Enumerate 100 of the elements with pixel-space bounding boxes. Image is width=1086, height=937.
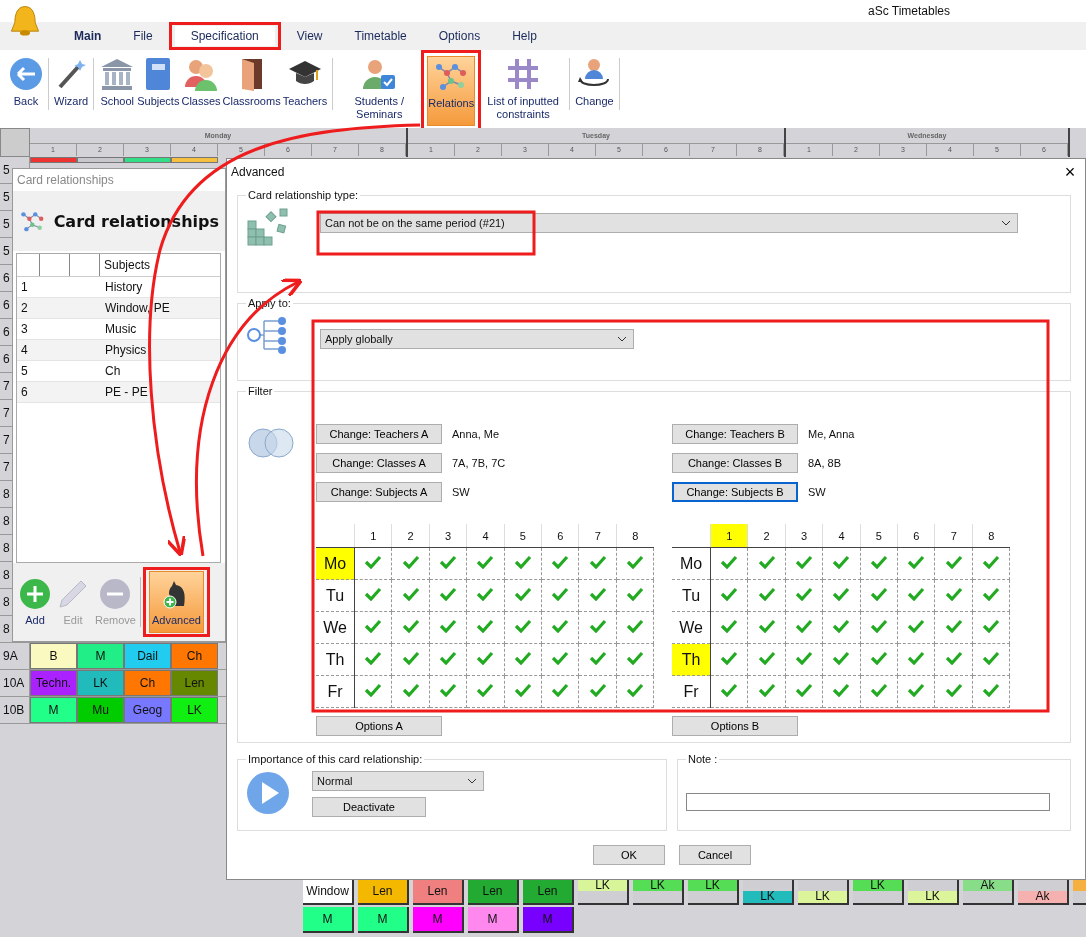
grid-cell[interactable] xyxy=(504,579,542,612)
grid-cell[interactable] xyxy=(935,579,973,612)
grid-cell[interactable] xyxy=(391,643,430,676)
grid-cell[interactable] xyxy=(897,643,935,676)
relationship-type-dropdown[interactable]: Can not be on the same period (#21) xyxy=(320,213,1018,233)
day-header[interactable]: Fr xyxy=(672,675,711,708)
lesson-card[interactable]: Len xyxy=(468,879,519,905)
lesson-card[interactable]: Dail xyxy=(124,643,171,669)
grid-cell[interactable] xyxy=(354,547,392,580)
period-header[interactable]: 3 xyxy=(429,524,467,548)
dialog-button[interactable]: Cancel xyxy=(679,845,751,865)
period-header[interactable]: 8 xyxy=(616,524,654,548)
toolbar-button[interactable]: Advanced xyxy=(148,571,204,633)
grid-cell[interactable] xyxy=(429,547,467,580)
grid-cell[interactable] xyxy=(391,611,430,644)
ribbon-button[interactable]: Teachers xyxy=(281,54,329,124)
grid-cell[interactable] xyxy=(747,675,786,708)
grid-cell[interactable] xyxy=(822,643,861,676)
table-row[interactable]: 2 Window, PE xyxy=(17,298,220,319)
day-header[interactable]: We xyxy=(316,611,355,644)
grid-cell[interactable] xyxy=(935,675,973,708)
ribbon-button[interactable]: Change xyxy=(574,54,615,124)
lesson-card[interactable]: M xyxy=(468,907,519,933)
grid-cell[interactable] xyxy=(466,675,505,708)
grid-cell[interactable] xyxy=(747,579,786,612)
lesson-card[interactable]: Mu xyxy=(77,697,124,723)
grid-cell[interactable] xyxy=(897,611,935,644)
grid-cell[interactable] xyxy=(935,611,973,644)
grid-cell[interactable] xyxy=(972,675,1010,708)
grid-cell[interactable] xyxy=(354,579,392,612)
period-header[interactable]: 5 xyxy=(860,524,898,548)
lesson-card[interactable]: LK xyxy=(633,879,684,905)
grid-cell[interactable] xyxy=(822,547,861,580)
grid-cell[interactable] xyxy=(354,643,392,676)
period-header[interactable]: 6 xyxy=(541,524,579,548)
change-filter-button[interactable]: Change: Subjects B xyxy=(672,481,798,502)
lesson-card[interactable]: LK xyxy=(853,879,904,905)
grid-cell[interactable] xyxy=(972,643,1010,676)
lesson-card[interactable]: Ch xyxy=(124,670,171,696)
grid-cell[interactable] xyxy=(391,579,430,612)
ribbon-button[interactable]: Wizard xyxy=(53,54,90,124)
change-filter-button[interactable]: Change: Classes B xyxy=(672,452,798,473)
grid-cell[interactable] xyxy=(429,675,467,708)
grid-cell[interactable] xyxy=(710,675,748,708)
grid-cell[interactable] xyxy=(860,675,898,708)
table-row[interactable]: 4 Physics xyxy=(17,340,220,361)
period-header[interactable]: 7 xyxy=(935,524,973,548)
grid-cell[interactable] xyxy=(579,643,617,676)
change-filter-button[interactable]: Change: Teachers B xyxy=(672,423,798,444)
day-header[interactable]: Tu xyxy=(316,579,355,612)
grid-cell[interactable] xyxy=(860,579,898,612)
grid-cell[interactable] xyxy=(935,643,973,676)
grid-cell[interactable] xyxy=(541,579,579,612)
grid-cell[interactable] xyxy=(747,611,786,644)
period-header[interactable]: 4 xyxy=(822,524,861,548)
grid-cell[interactable] xyxy=(391,675,430,708)
options-button[interactable]: Options B xyxy=(672,716,798,736)
lesson-card[interactable]: Window xyxy=(303,879,354,905)
grid-cell[interactable] xyxy=(897,579,935,612)
day-header[interactable]: Th xyxy=(672,643,711,676)
menu-tab[interactable]: Main xyxy=(58,22,118,50)
day-header[interactable]: Mo xyxy=(672,547,711,580)
grid-cell[interactable] xyxy=(860,611,898,644)
grid-cell[interactable] xyxy=(504,675,542,708)
lesson-card[interactable]: M xyxy=(413,907,464,933)
grid-cell[interactable] xyxy=(710,547,748,580)
period-header[interactable]: 7 xyxy=(579,524,617,548)
grid-cell[interactable] xyxy=(935,547,973,580)
apply-to-dropdown[interactable]: Apply globally xyxy=(320,329,634,349)
grid-cell[interactable] xyxy=(504,547,542,580)
grid-cell[interactable] xyxy=(785,547,823,580)
lesson-card[interactable]: Len xyxy=(413,879,464,905)
grid-cell[interactable] xyxy=(504,643,542,676)
grid-cell[interactable] xyxy=(466,579,505,612)
grid-cell[interactable] xyxy=(579,611,617,644)
day-header[interactable]: Tu xyxy=(672,579,711,612)
grid-cell[interactable] xyxy=(860,643,898,676)
lesson-card[interactable]: B xyxy=(30,643,77,669)
note-input-field[interactable] xyxy=(686,793,1050,811)
menu-tab[interactable]: Timetable xyxy=(338,22,423,50)
grid-cell[interactable] xyxy=(972,579,1010,612)
grid-cell[interactable] xyxy=(429,579,467,612)
period-header[interactable]: 1 xyxy=(710,524,748,548)
ribbon-button[interactable]: Subjects xyxy=(136,54,181,124)
lesson-card[interactable]: Ak xyxy=(1018,879,1069,905)
grid-cell[interactable] xyxy=(710,643,748,676)
grid-cell[interactable] xyxy=(354,675,392,708)
menu-tab[interactable]: Options xyxy=(422,22,497,50)
period-header[interactable]: 8 xyxy=(972,524,1010,548)
grid-cell[interactable] xyxy=(822,675,861,708)
close-button[interactable]: × xyxy=(1055,160,1085,184)
grid-cell[interactable] xyxy=(785,579,823,612)
options-button[interactable]: Options A xyxy=(316,716,442,736)
ribbon-button[interactable]: List of inputted constraints xyxy=(481,54,566,124)
period-header[interactable]: 6 xyxy=(897,524,935,548)
grid-cell[interactable] xyxy=(822,611,861,644)
grid-cell[interactable] xyxy=(616,547,654,580)
dialog-button[interactable]: OK xyxy=(593,845,665,865)
day-header[interactable]: Fr xyxy=(316,675,355,708)
ribbon-button[interactable]: School xyxy=(98,54,137,124)
